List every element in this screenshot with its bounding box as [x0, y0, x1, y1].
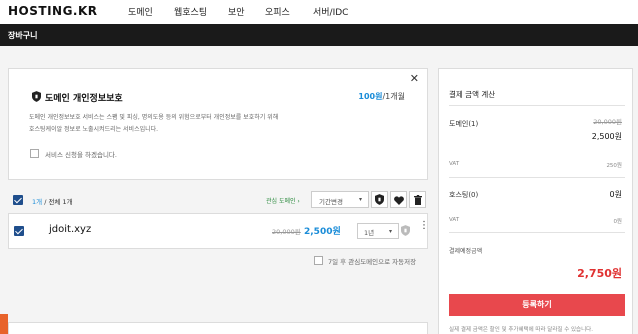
select-all-checkbox[interactable] — [13, 195, 23, 205]
page-title-bar: 장바구니 — [0, 24, 638, 46]
heart-icon — [394, 195, 404, 205]
top-nav: HOSTING.KR 도메인 웹호스팅 보안 오피스 서버/IDC — [0, 0, 638, 24]
shield-icon — [32, 91, 41, 102]
divider — [449, 177, 625, 178]
total-value: 2,750원 — [577, 267, 622, 280]
auto-save-label[interactable]: 7일 후 관심도메인으로 자동저장 — [328, 256, 416, 266]
shield-icon — [375, 194, 384, 205]
wishlist-button[interactable] — [390, 191, 407, 208]
cart-item-row: jdoit.xyz 20,000원 2,500원 1년 ▾ ⋮ — [8, 213, 429, 249]
term-select[interactable]: 1년 ▾ — [357, 223, 399, 239]
domain-vat-label: VAT — [449, 161, 460, 167]
favorite-domain-link[interactable]: 관심 도메인 › — [266, 196, 300, 205]
item-price: 2,500원 — [304, 227, 341, 237]
nav-security[interactable]: 보안 — [228, 5, 245, 18]
privacy-price: 100원/1개월 — [358, 92, 405, 101]
recommend-section — [8, 322, 428, 334]
chevron-down-icon: ▾ — [388, 228, 392, 235]
divider — [449, 105, 625, 106]
privacy-protection-card: ✕ 도메인 개인정보보호 100원/1개월 도메인 개인정보보호 서비스는 스팸… — [8, 68, 428, 180]
item-domain-name: jdoit.xyz — [49, 224, 92, 235]
shield-icon[interactable] — [401, 225, 410, 236]
divider — [449, 232, 625, 233]
selection-count: 1개 / 전체 1개 — [32, 198, 73, 206]
close-icon[interactable]: ✕ — [410, 72, 419, 85]
privacy-title: 도메인 개인정보보호 — [45, 94, 123, 104]
payment-note: 실제 결제 금액은 할인 및 추가혜택에 따라 달라질 수 있습니다. — [449, 327, 593, 333]
hosting-count-label: 호스팅(0) — [449, 191, 479, 199]
hosting-total: 0원 — [609, 190, 622, 199]
nav-webhosting[interactable]: 웹호스팅 — [174, 5, 207, 18]
privacy-description: 도메인 개인정보보호 서비스는 스팸 및 피싱, 명의도용 등의 위험으로부터 … — [29, 114, 279, 133]
trash-icon — [414, 195, 422, 205]
hosting-vat-value: 0원 — [613, 219, 622, 225]
nav-office[interactable]: 오피스 — [265, 5, 290, 18]
nav-domain[interactable]: 도메인 — [128, 5, 153, 18]
period-change-select[interactable]: 기간변경 ▾ — [311, 191, 369, 208]
item-checkbox[interactable] — [14, 226, 24, 236]
domain-vat-value: 250원 — [606, 163, 622, 169]
privacy-shield-button[interactable] — [371, 191, 388, 208]
page-title: 장바구니 — [8, 31, 38, 40]
delete-button[interactable] — [409, 191, 426, 208]
nav-server-idc[interactable]: 서버/IDC — [313, 5, 348, 18]
side-floating-tab[interactable] — [0, 314, 8, 334]
summary-title: 결제 금액 계산 — [449, 90, 496, 99]
hosting-vat-label: VAT — [449, 217, 460, 223]
payment-summary: 결제 금액 계산 도메인(1) 20,000원 2,500원 VAT 250원 … — [438, 68, 633, 334]
domain-original-total: 20,000원 — [593, 118, 622, 126]
site-logo[interactable]: HOSTING.KR — [8, 4, 98, 18]
register-button[interactable]: 등록하기 — [449, 294, 625, 316]
more-options-icon[interactable]: ⋮ — [419, 221, 429, 231]
item-original-price: 20,000원 — [272, 228, 301, 236]
domain-total: 2,500원 — [591, 132, 622, 141]
auto-save-checkbox[interactable] — [314, 256, 323, 265]
domain-count-label: 도메인(1) — [449, 120, 479, 128]
privacy-apply-checkbox[interactable] — [30, 149, 39, 158]
total-label: 결제예정금액 — [449, 248, 483, 255]
privacy-apply-label[interactable]: 서비스 신청을 하겠습니다. — [45, 149, 117, 159]
chevron-down-icon: ▾ — [358, 196, 362, 203]
